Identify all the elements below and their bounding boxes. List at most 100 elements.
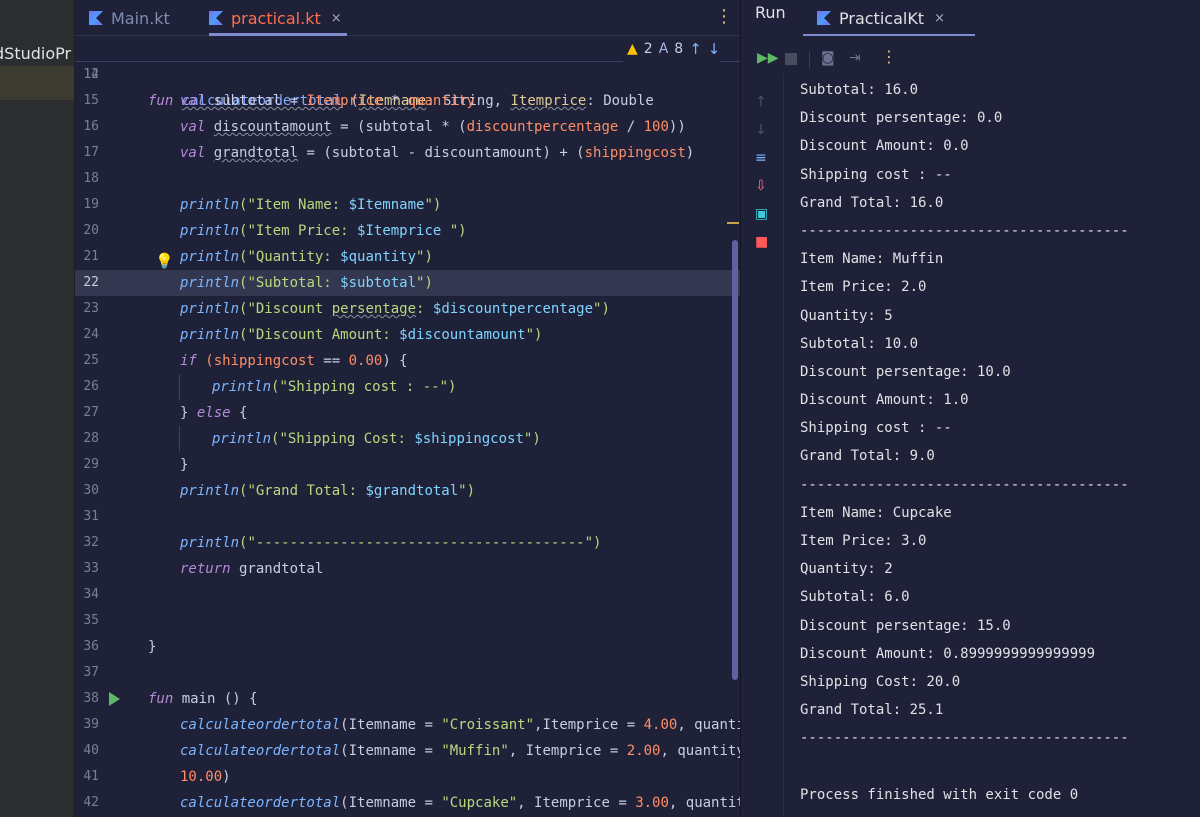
code-line: 17 val grandtotal = (subtotal - discounta…	[75, 140, 740, 166]
editor-tab-bar: Main.kt practical.kt × ⋮	[75, 0, 740, 36]
code-line: 21 💡 println("Quantity: $quantity")	[75, 244, 740, 270]
console-line: Discount persentage: 0.0	[800, 110, 1003, 127]
next-highlight-icon[interactable]: ↓	[708, 36, 721, 62]
editor-scrollbar[interactable]	[732, 240, 738, 680]
line-number: 30	[83, 483, 99, 498]
code-line: 25 if (shippingcost == 0.00) {	[75, 348, 740, 374]
exit-icon[interactable]: ⇥	[849, 50, 861, 66]
console-line: Shipping Cost: 20.0	[800, 673, 961, 690]
arrow-down-icon[interactable]: ↓	[755, 122, 767, 138]
indent-guide	[179, 426, 180, 452]
console-line: Shipping cost : --	[800, 420, 952, 437]
code-text: println("Subtotal: $subtotal")	[180, 275, 433, 291]
arrow-up-icon[interactable]: ↑	[755, 94, 767, 110]
code-line: 24 println("Discount Amount: $discountamo…	[75, 322, 740, 348]
console-line: Grand Total: 25.1	[800, 702, 944, 719]
inspection-status[interactable]: ▲ 2 A 8 ↑ ↓	[623, 36, 721, 62]
camera-icon[interactable]: ◙	[821, 50, 835, 66]
line-number: 26	[83, 379, 99, 394]
line-number: 38	[83, 691, 99, 706]
tab-main-kt[interactable]: Main.kt	[89, 0, 170, 36]
code-line: 32 println("-----------------------------…	[75, 530, 740, 556]
console-line: Item Name: Cupcake	[800, 504, 952, 521]
trash-icon[interactable]: ■	[755, 234, 768, 250]
soft-wrap-icon[interactable]: ≡	[755, 150, 767, 166]
code-line: 37	[75, 660, 740, 686]
line-number: 14	[83, 67, 99, 82]
close-icon[interactable]: ×	[934, 11, 945, 26]
print-icon[interactable]: ▣	[755, 206, 768, 222]
project-tool-window[interactable]: dStudioPr	[0, 0, 75, 817]
code-line: 41 10.00)	[75, 764, 740, 790]
code-line: 35	[75, 608, 740, 634]
console-line: Subtotal: 6.0	[800, 589, 910, 606]
console-line: Grand Total: 9.0	[800, 448, 935, 465]
code-text: } else {	[180, 405, 248, 421]
console-line: ---------------------------------------	[800, 476, 1129, 493]
tab-practicalkt[interactable]: PracticalKt ×	[803, 0, 975, 36]
tab-label: Main.kt	[111, 8, 170, 28]
console-line: Item Price: 2.0	[800, 279, 927, 296]
code-text: val grandtotal = (subtotal - discountamo…	[180, 145, 695, 161]
close-icon[interactable]: ×	[331, 11, 342, 26]
console-line: Quantity: 5	[800, 307, 893, 324]
run-tab-label: PracticalKt	[839, 8, 925, 28]
line-number: 20	[83, 223, 99, 238]
run-toolbar: ▶▶ ◙ ⇥ ⋮	[741, 44, 1200, 74]
code-line: 19 println("Item Name: $Itemname")	[75, 192, 740, 218]
line-number: 22	[83, 275, 99, 290]
line-number: 37	[83, 665, 99, 680]
code-text: println("Item Price: $Itemprice ")	[180, 223, 467, 239]
rerun-icon[interactable]: ▶▶	[757, 50, 779, 66]
typo-icon: A	[658, 41, 669, 57]
code-line: 36}	[75, 634, 740, 660]
code-line: 26 println("Shipping cost : --")	[75, 374, 740, 400]
code-line: 14	[75, 62, 740, 88]
code-text: if (shippingcost == 0.00) {	[180, 353, 408, 369]
stop-icon[interactable]	[785, 53, 797, 65]
warning-marker[interactable]	[727, 222, 739, 224]
run-main-icon[interactable]	[109, 692, 120, 706]
console-line: Item Name: Muffin	[800, 251, 944, 268]
code-line: 39 calculateordertotal(Itemname = "Croiss…	[75, 712, 740, 738]
console-line: Discount persentage: 15.0	[800, 617, 1011, 634]
console-line: Discount Amount: 0.0	[800, 138, 969, 155]
more-options-icon[interactable]: ⋮	[715, 6, 733, 27]
code-text: val discountamount = (subtotal * (discou…	[180, 119, 686, 135]
code-text: println("Grand Total: $grandtotal")	[180, 483, 476, 499]
line-number: 34	[83, 587, 99, 602]
code-lines[interactable]: 12 fun calculateordertotal (Itemname: St…	[75, 36, 740, 816]
console-line: Grand Total: 16.0	[800, 194, 944, 211]
code-editor[interactable]: Main.kt practical.kt × ⋮ 12 fun calculat…	[75, 0, 740, 817]
run-tool-window: Run PracticalKt × ▶▶ ◙ ⇥ ⋮ ↑ ↓ ≡ ⇩ ▣ ■ S…	[740, 0, 1200, 817]
console-line: Subtotal: 16.0	[800, 82, 919, 98]
run-tab-bar: Run PracticalKt ×	[741, 0, 1200, 36]
console-divider	[783, 74, 784, 817]
code-text: fun main () {	[148, 691, 258, 707]
console-line: Subtotal: 10.0	[800, 335, 919, 352]
console-output[interactable]: Subtotal: 16.0 Discount persentage: 0.0 …	[800, 76, 1200, 809]
line-number: 42	[83, 795, 99, 810]
code-line: 27} else {	[75, 400, 740, 426]
kotlin-file-icon	[89, 11, 103, 25]
previous-highlight-icon[interactable]: ↑	[689, 36, 702, 62]
more-options-icon[interactable]: ⋮	[881, 47, 897, 66]
sticky-function-header[interactable]: 12 fun calculateordertotal (Itemname: St…	[75, 36, 740, 109]
typo-count: 8	[674, 41, 684, 57]
code-text: println("Shipping Cost: $shippingcost")	[212, 431, 541, 447]
code-text: }	[148, 639, 157, 655]
scroll-to-end-icon[interactable]: ⇩	[755, 178, 767, 194]
line-number: 24	[83, 327, 99, 342]
code-text: println("Shipping cost : --")	[212, 379, 457, 395]
kotlin-run-config-icon	[817, 11, 831, 25]
code-line: 30 println("Grand Total: $grandtotal")	[75, 478, 740, 504]
line-number: 28	[83, 431, 99, 446]
project-name[interactable]: dStudioPr	[0, 44, 71, 63]
code-text: println("Discount persentage: $discountp…	[180, 301, 610, 317]
code-line: 23 println("Discount persentage: $discoun…	[75, 296, 740, 322]
indent-guide	[179, 374, 180, 400]
tab-practical-kt[interactable]: practical.kt ×	[209, 0, 347, 36]
console-line: ---------------------------------------	[800, 730, 1129, 747]
code-line: 20 println("Item Price: $Itemprice ")	[75, 218, 740, 244]
code-line: 15 val subtotal = Itemprice * quantity	[75, 88, 740, 114]
